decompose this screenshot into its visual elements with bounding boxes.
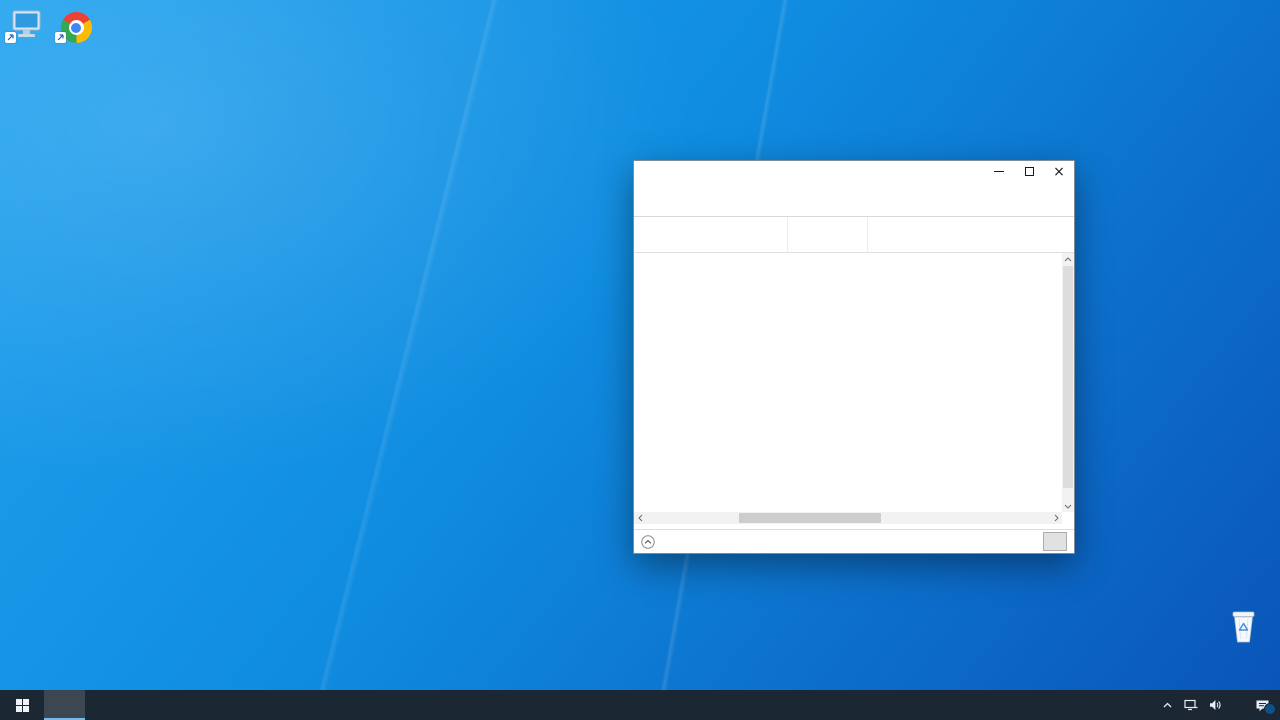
process-rows: [634, 253, 1074, 512]
desktop-icon-recycle-bin[interactable]: [1215, 606, 1271, 647]
hidden-icons-chevron-icon[interactable]: [1162, 701, 1173, 709]
end-task-button[interactable]: [1043, 532, 1067, 551]
menu-bar: [634, 182, 1074, 198]
column-headers: [634, 217, 1074, 253]
taskbar: [0, 690, 1280, 720]
header-scrollbar-spacer: [868, 217, 914, 252]
close-button[interactable]: ×: [1044, 161, 1074, 182]
scroll-right-icon[interactable]: [1050, 512, 1062, 524]
recycle-bin-icon: [1215, 606, 1271, 644]
vertical-scrollbar[interactable]: [1062, 253, 1074, 512]
scroll-left-icon[interactable]: [634, 512, 646, 524]
horizontal-scrollbar[interactable]: [634, 512, 1062, 524]
column-header-name[interactable]: [634, 217, 788, 252]
window-footer: [634, 529, 1074, 553]
vertical-scrollbar-thumb[interactable]: [1063, 266, 1073, 488]
tab-bar: [634, 198, 1074, 217]
title-bar[interactable]: ×: [634, 161, 1074, 182]
taskbar-app-task-manager[interactable]: [44, 690, 85, 720]
shortcut-arrow-icon: [5, 32, 16, 43]
shortcut-arrow-icon: [55, 32, 66, 43]
start-button[interactable]: [0, 690, 44, 720]
action-center-icon[interactable]: [1255, 699, 1276, 715]
fewer-details-toggle[interactable]: [641, 534, 661, 549]
task-manager-window: ×: [633, 160, 1075, 554]
network-icon[interactable]: [1184, 699, 1198, 711]
chevron-up-circle-icon: [641, 534, 655, 549]
volume-icon[interactable]: [1209, 699, 1222, 711]
task-manager-icon: [54, 698, 69, 713]
minimize-button[interactable]: [984, 161, 1014, 182]
scroll-up-icon[interactable]: [1062, 253, 1074, 265]
minimize-icon: [994, 171, 1004, 172]
desktop-icon-chrome[interactable]: [50, 5, 102, 46]
task-manager-icon: [641, 165, 655, 179]
process-list: [634, 217, 1074, 524]
close-icon: ×: [1053, 163, 1065, 180]
column-header-status[interactable]: [788, 217, 868, 252]
maximize-button[interactable]: [1014, 161, 1044, 182]
chrome-icon: [50, 5, 102, 43]
desktop: ×: [0, 0, 1280, 690]
notification-count-badge: [1264, 702, 1276, 715]
scroll-down-icon[interactable]: [1062, 500, 1074, 512]
horizontal-scrollbar-thumb[interactable]: [739, 513, 881, 523]
maximize-icon: [1024, 167, 1034, 176]
desktop-icon-this-pc[interactable]: [0, 5, 52, 46]
this-pc-icon: [0, 5, 52, 43]
windows-logo-icon: [15, 698, 29, 712]
system-tray: [1152, 690, 1280, 720]
